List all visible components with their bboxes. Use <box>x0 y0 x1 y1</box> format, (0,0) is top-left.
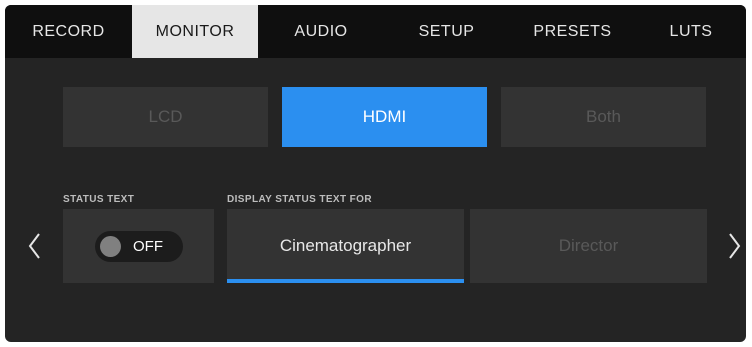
toggle-label: OFF <box>133 238 163 255</box>
status-text-panel: OFF <box>63 209 214 283</box>
status-text-caption: STATUS TEXT <box>63 194 135 205</box>
cinematographer-option[interactable]: Cinematographer <box>227 209 464 283</box>
tab-record[interactable]: RECORD <box>5 5 132 58</box>
tab-monitor[interactable]: MONITOR <box>132 5 258 58</box>
monitor-settings-screen: RECORD MONITOR AUDIO SETUP PRESETS LUTS … <box>5 5 746 342</box>
output-both-button[interactable]: Both <box>501 87 706 147</box>
tab-setup[interactable]: SETUP <box>384 5 509 58</box>
display-status-text-for-caption: DISPLAY STATUS TEXT FOR <box>227 194 372 205</box>
director-option[interactable]: Director <box>470 209 707 283</box>
chevron-left-icon[interactable] <box>27 231 43 261</box>
toggle-knob <box>100 236 121 257</box>
director-label: Director <box>558 236 619 255</box>
chevron-right-icon[interactable] <box>726 231 742 261</box>
tab-audio[interactable]: AUDIO <box>258 5 384 58</box>
cinematographer-label: Cinematographer <box>279 236 412 255</box>
output-lcd-button[interactable]: LCD <box>63 87 268 147</box>
tab-bar: RECORD MONITOR AUDIO SETUP PRESETS LUTS <box>5 5 746 58</box>
tab-presets[interactable]: PRESETS <box>509 5 636 58</box>
status-text-toggle[interactable]: OFF <box>95 231 183 262</box>
output-hdmi-button[interactable]: HDMI <box>282 87 487 147</box>
tab-luts[interactable]: LUTS <box>636 5 746 58</box>
selected-indicator <box>227 279 464 283</box>
